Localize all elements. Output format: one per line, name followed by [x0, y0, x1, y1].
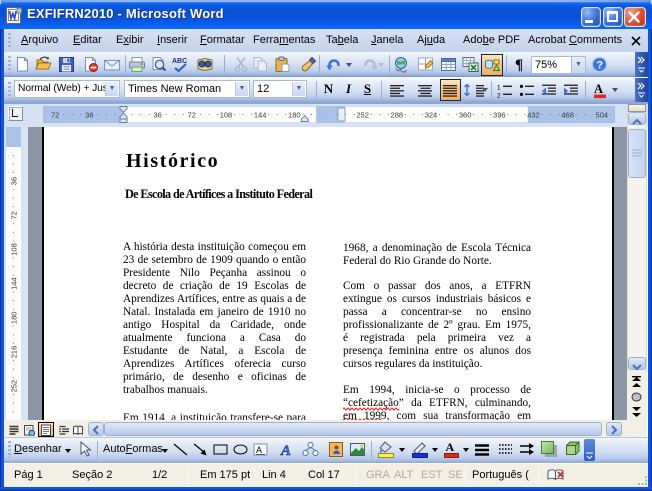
svg-text:¶: ¶: [515, 57, 523, 73]
svg-text:468: 468: [561, 111, 574, 120]
svg-text:180: 180: [288, 111, 301, 120]
svg-text:2: 2: [497, 93, 501, 99]
svg-text:432: 432: [527, 111, 540, 120]
svg-text:A: A: [446, 440, 455, 454]
svg-text:72: 72: [188, 111, 196, 120]
svg-text:396: 396: [493, 111, 506, 120]
svg-text:A: A: [594, 82, 603, 96]
svg-text:144: 144: [10, 277, 19, 290]
svg-text:216: 216: [10, 346, 19, 359]
svg-text:144: 144: [254, 111, 267, 120]
svg-text:36: 36: [153, 111, 161, 120]
svg-text:36: 36: [10, 177, 19, 185]
svg-text:1: 1: [497, 85, 501, 92]
svg-text:A: A: [280, 443, 291, 458]
svg-text:72: 72: [51, 111, 59, 120]
svg-text:180: 180: [10, 312, 19, 325]
svg-text:72: 72: [10, 211, 19, 219]
svg-text:A: A: [256, 445, 262, 455]
svg-text:360: 360: [459, 111, 472, 120]
svg-text:36: 36: [85, 111, 93, 120]
svg-text:108: 108: [10, 243, 19, 256]
svg-text:252: 252: [356, 111, 369, 120]
svg-text:288: 288: [391, 111, 404, 120]
svg-text:324: 324: [425, 111, 438, 120]
svg-text:252: 252: [10, 380, 19, 393]
svg-text:?: ?: [596, 60, 603, 72]
svg-text:504: 504: [596, 111, 609, 120]
svg-text:108: 108: [220, 111, 233, 120]
